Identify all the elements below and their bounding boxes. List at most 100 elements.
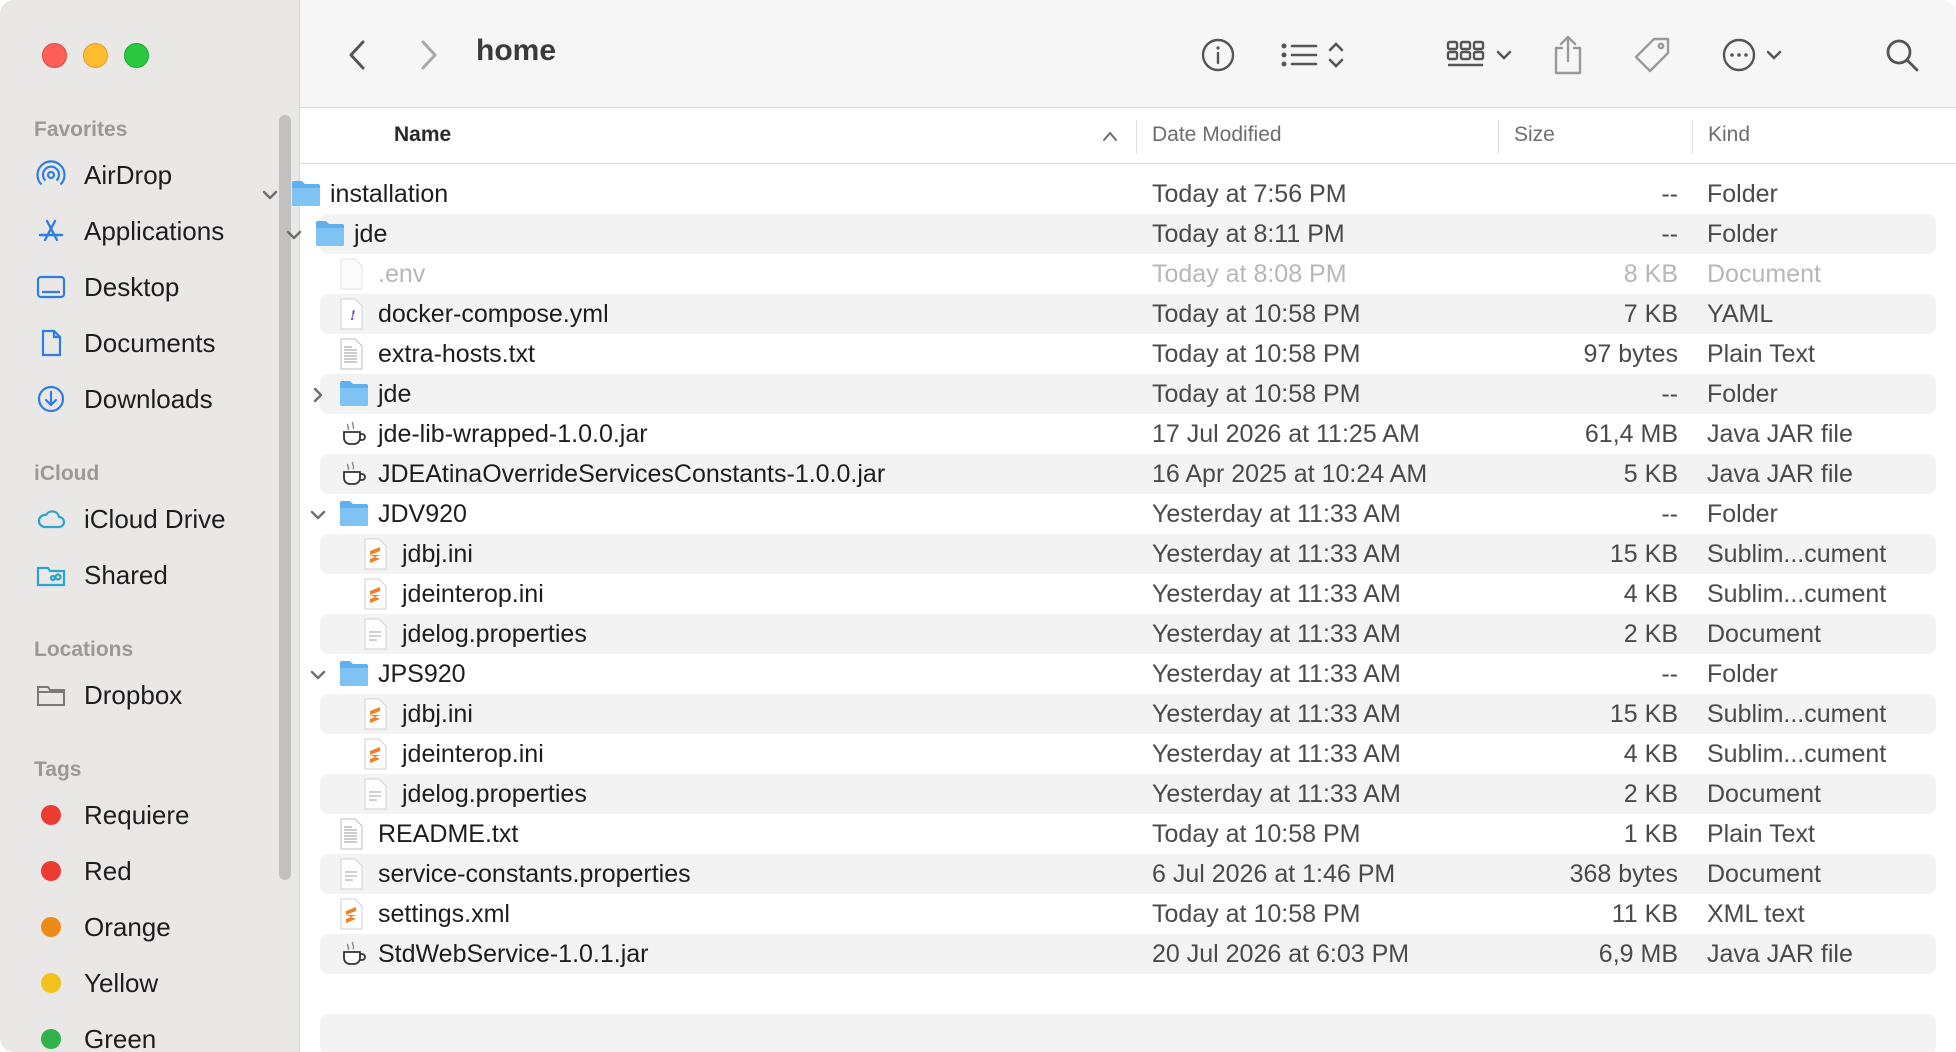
- chevron-down-icon[interactable]: [260, 183, 280, 203]
- file-row[interactable]: installation Today at 7:56 PM -- Folder: [262, 174, 1936, 214]
- file-row[interactable]: JDV920 Yesterday at 11:33 AM -- Folder: [310, 494, 1936, 534]
- tag-color-dot: [41, 861, 61, 881]
- search-button[interactable]: [1880, 30, 1924, 80]
- group-by-button[interactable]: [1446, 30, 1518, 80]
- file-row[interactable]: README.txt Today at 10:58 PM 1 KB Plain Tex…: [320, 814, 1936, 854]
- file-row[interactable]: jde-lib-wrapped-1.0.0.jar 17 Jul 2026 at …: [320, 414, 1936, 454]
- close-window-button[interactable]: [42, 43, 67, 68]
- sublime-file-icon: [362, 578, 392, 610]
- sidebar-item-shared[interactable]: Shared: [36, 553, 168, 597]
- column-divider[interactable]: [1498, 120, 1499, 154]
- file-row[interactable]: ! docker-compose.yml Today at 10:58 PM 7 KB…: [320, 294, 1936, 334]
- sublime-file-icon: [362, 698, 392, 730]
- file-date: Today at 8:08 PM: [1152, 260, 1347, 288]
- back-button[interactable]: [340, 30, 376, 80]
- file-row[interactable]: StdWebService-1.0.1.jar 20 Jul 2026 at 6:…: [320, 934, 1936, 974]
- file-row[interactable]: JPS920 Yesterday at 11:33 AM -- Folder: [310, 654, 1936, 694]
- file-row[interactable]: .env Today at 8:08 PM 8 KB Document: [320, 254, 1936, 294]
- file-row[interactable]: jdbj.ini Yesterday at 11:33 AM 15 KB Sublim…: [320, 534, 1936, 574]
- file-row[interactable]: jde Today at 10:58 PM -- Folder: [313, 374, 1936, 414]
- svg-text:!: !: [350, 309, 356, 324]
- file-size: 7 KB: [1623, 300, 1678, 328]
- chevron-right-icon[interactable]: [308, 383, 328, 403]
- tag-button[interactable]: [1630, 30, 1674, 80]
- sidebar-item-documents[interactable]: Documents: [36, 321, 216, 365]
- file-kind: Sublim...cument: [1707, 700, 1887, 728]
- column-name-header[interactable]: Name: [394, 123, 451, 147]
- folder-icon: [338, 378, 368, 410]
- column-header: Name Date Modified Size Kind: [300, 108, 1956, 164]
- folder-icon: [338, 658, 368, 690]
- folder-icon: [290, 178, 320, 210]
- share-button[interactable]: [1546, 30, 1590, 80]
- file-row[interactable]: JDEAtinaOverrideServicesConstants-1.0.0.…: [320, 454, 1936, 494]
- file-size: 1 KB: [1623, 820, 1678, 848]
- sidebar-tag-orange[interactable]: Orange: [36, 905, 171, 949]
- sidebar-tag-red[interactable]: Red: [36, 849, 132, 893]
- file-row[interactable]: jde Today at 8:11 PM -- Folder: [286, 214, 1936, 254]
- sidebar-item-label: Desktop: [84, 271, 180, 302]
- sidebar-item-label: Dropbox: [84, 679, 183, 710]
- file-row[interactable]: jdbj.ini Yesterday at 11:33 AM 15 KB Sublim…: [320, 694, 1936, 734]
- tag-icon: [1634, 37, 1670, 73]
- file-name: JPS920: [378, 660, 466, 688]
- chevron-down-icon[interactable]: [308, 663, 328, 683]
- column-size-header[interactable]: Size: [1514, 123, 1555, 147]
- minimize-window-button[interactable]: [83, 43, 108, 68]
- file-kind: Document: [1707, 780, 1821, 808]
- sidebar-tag-yellow[interactable]: Yellow: [36, 961, 158, 1005]
- file-size: 2 KB: [1623, 780, 1678, 808]
- zoom-window-button[interactable]: [124, 43, 149, 68]
- file-row[interactable]: jdeinterop.ini Yesterday at 11:33 AM 4 KB S…: [320, 574, 1936, 614]
- sidebar-tag-requiere[interactable]: Requiere: [36, 793, 190, 837]
- forward-button[interactable]: [410, 30, 446, 80]
- file-name: JDEAtinaOverrideServicesConstants-1.0.0.…: [378, 460, 886, 488]
- file-row[interactable]: service-constants.properties 6 Jul 2026 a…: [320, 854, 1936, 894]
- column-divider[interactable]: [1136, 120, 1137, 154]
- toolbar: home: [300, 0, 1956, 108]
- view-options-button[interactable]: [1280, 30, 1352, 80]
- sidebar-item-dropbox[interactable]: Dropbox: [36, 673, 182, 717]
- more-actions-button[interactable]: [1720, 30, 1792, 80]
- sidebar-item-icloud-drive[interactable]: iCloud Drive: [36, 497, 226, 541]
- sublime-file-icon: [362, 538, 392, 570]
- sidebar-item-label: Documents: [84, 327, 216, 358]
- file-name: .env: [378, 260, 426, 288]
- file-row[interactable]: jdelog.properties Yesterday at 11:33 AM 2 …: [320, 614, 1936, 654]
- file-list: installation Today at 7:56 PM -- Folder jde T…: [262, 174, 1936, 974]
- file-kind: Sublim...cument: [1707, 580, 1887, 608]
- get-info-button[interactable]: [1196, 30, 1240, 80]
- file-size: 97 bytes: [1583, 340, 1678, 368]
- folder-icon: [314, 218, 344, 250]
- sidebar-item-label: AirDrop: [84, 159, 173, 190]
- file-row[interactable]: settings.xml Today at 10:58 PM 11 KB XML te…: [320, 894, 1936, 934]
- tag-color-dot: [41, 805, 61, 825]
- file-size: 4 KB: [1623, 740, 1678, 768]
- column-date-header[interactable]: Date Modified: [1152, 123, 1282, 147]
- file-size: --: [1661, 380, 1678, 408]
- file-date: Today at 10:58 PM: [1152, 380, 1361, 408]
- chevron-down-icon[interactable]: [284, 223, 304, 243]
- shared-folder-icon: [36, 560, 66, 590]
- sidebar-item-applications[interactable]: Applications: [36, 209, 224, 253]
- jar-file-icon: [338, 458, 368, 490]
- chevron-down-icon[interactable]: [308, 503, 328, 523]
- file-row[interactable]: jdeinterop.ini Yesterday at 11:33 AM 4 KB S…: [320, 734, 1936, 774]
- sidebar-tag-green[interactable]: Green: [36, 1017, 156, 1052]
- file-name: jde: [354, 220, 388, 248]
- file-row[interactable]: jdelog.properties Yesterday at 11:33 AM 2 …: [320, 774, 1936, 814]
- file-kind: Document: [1707, 620, 1821, 648]
- sidebar-item-downloads[interactable]: Downloads: [36, 377, 213, 421]
- file-name: JDV920: [378, 500, 467, 528]
- file-row[interactable]: extra-hosts.txt Today at 10:58 PM 97 bytes…: [320, 334, 1936, 374]
- sidebar-item-desktop[interactable]: Desktop: [36, 265, 179, 309]
- file-date: Yesterday at 11:33 AM: [1152, 620, 1401, 648]
- file-kind: Sublim...cument: [1707, 540, 1887, 568]
- sidebar-item-label: Downloads: [84, 383, 213, 414]
- sidebar-item-label: iCloud Drive: [84, 503, 226, 534]
- column-kind-header[interactable]: Kind: [1708, 123, 1750, 147]
- file-size: --: [1661, 660, 1678, 688]
- sidebar-item-airdrop[interactable]: AirDrop: [36, 153, 172, 197]
- search-icon: [1886, 39, 1919, 72]
- column-divider[interactable]: [1692, 120, 1693, 154]
